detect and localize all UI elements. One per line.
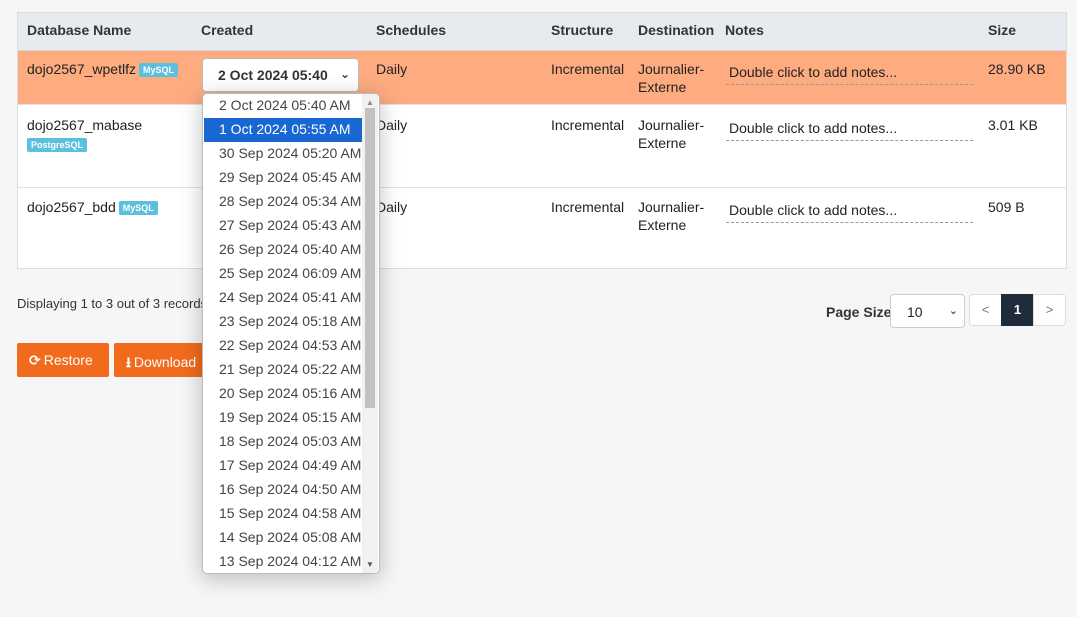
dropdown-option[interactable]: 23 Sep 2024 05:18 AM <box>204 310 363 334</box>
db-name: dojo2567_mabase <box>27 117 143 133</box>
size-cell: 3.01 KB <box>988 117 1038 133</box>
structure-cell: Incremental <box>551 117 625 133</box>
prev-page-button[interactable]: < <box>969 294 1002 326</box>
chevron-down-icon: ⌄ <box>948 305 958 317</box>
table-row[interactable]: dojo2567_wpetlfz MySQL Daily Incremental … <box>18 51 1066 105</box>
db-name-cell: dojo2567_wpetlfz MySQL <box>27 60 178 78</box>
destination-cell: Journalier- Externe <box>638 60 704 96</box>
notes-field[interactable]: Double click to add notes... <box>726 201 973 223</box>
dropdown-option[interactable]: 29 Sep 2024 05:45 AM <box>204 166 363 190</box>
next-page-button[interactable]: > <box>1033 294 1066 326</box>
dropdown-option[interactable]: 28 Sep 2024 05:34 AM <box>204 190 363 214</box>
page-size-value: 10 <box>907 304 923 320</box>
schedule-cell: Daily <box>376 61 408 77</box>
destination-line: Externe <box>638 217 687 233</box>
created-date-select[interactable]: 2 Oct 2024 05:40 ⌄ <box>202 58 359 92</box>
created-date-value: 2 Oct 2024 05:40 <box>218 67 328 83</box>
db-type-badge: MySQL <box>138 63 178 77</box>
db-name: dojo2567_wpetlfz <box>27 61 136 77</box>
header-size[interactable]: Size <box>988 22 1016 38</box>
dropdown-option[interactable]: 1 Oct 2024 05:55 AM <box>204 118 363 142</box>
destination-cell: Journalier- Externe <box>638 198 704 234</box>
destination-line: Externe <box>638 79 687 95</box>
structure-cell: Incremental <box>551 61 625 77</box>
db-name: dojo2567_bdd <box>27 199 116 215</box>
db-type-badge: PostgreSQL <box>27 138 88 152</box>
dropdown-option[interactable]: 15 Sep 2024 04:58 AM <box>204 502 363 526</box>
download-icon: ⭳ <box>126 354 131 370</box>
dropdown-option[interactable]: 16 Sep 2024 04:50 AM <box>204 478 363 502</box>
table-row[interactable]: dojo2567_bdd MySQL Daily Incremental Jour… <box>18 188 1066 269</box>
size-cell: 509 B <box>988 199 1025 215</box>
dropdown-option[interactable]: 24 Sep 2024 05:41 AM <box>204 286 363 310</box>
structure-cell: Incremental <box>551 199 625 215</box>
dropdown-scrollbar[interactable]: ▲ ▼ <box>362 94 378 573</box>
notes-field[interactable]: Double click to add notes... <box>726 119 973 141</box>
download-button[interactable]: ⭳ Download <box>114 343 214 377</box>
download-label: Download <box>133 354 197 370</box>
header-schedules[interactable]: Schedules <box>376 22 446 38</box>
created-date-dropdown[interactable]: 2 Oct 2024 05:40 AM 1 Oct 2024 05:55 AM 30… <box>202 93 380 574</box>
dropdown-option[interactable]: 30 Sep 2024 05:20 AM <box>204 142 363 166</box>
db-name-cell: dojo2567_bdd MySQL <box>27 198 158 216</box>
destination-cell: Journalier- Externe <box>638 116 704 152</box>
table-row[interactable]: dojo2567_mabase PostgreSQL Daily Increme… <box>18 105 1066 188</box>
refresh-icon: ⟳ <box>29 352 41 368</box>
chevron-down-icon: ⌄ <box>339 67 350 81</box>
table-header: Database Name Created Schedules Structur… <box>18 13 1066 51</box>
dropdown-option[interactable]: 26 Sep 2024 05:40 AM <box>204 238 363 262</box>
dropdown-option[interactable]: 19 Sep 2024 05:15 AM <box>204 406 363 430</box>
header-structure[interactable]: Structure <box>551 22 613 38</box>
scroll-down-icon[interactable]: ▼ <box>366 560 374 569</box>
dropdown-option[interactable]: 13 Sep 2024 04:12 AM <box>204 550 363 573</box>
schedule-cell: Daily <box>376 117 408 133</box>
dropdown-option[interactable]: 2 Oct 2024 05:40 AM <box>204 94 363 118</box>
page-size-select[interactable]: 10 ⌄ <box>890 294 965 328</box>
restore-label: Restore <box>43 352 93 368</box>
header-destination[interactable]: Destination <box>638 22 714 38</box>
destination-line: Journalier- <box>638 61 705 77</box>
dropdown-option[interactable]: 20 Sep 2024 05:16 AM <box>204 382 363 406</box>
destination-line: Journalier- <box>638 117 705 133</box>
scroll-thumb[interactable] <box>365 108 375 408</box>
dropdown-option[interactable]: 25 Sep 2024 06:09 AM <box>204 262 363 286</box>
size-cell: 28.90 KB <box>988 61 1046 77</box>
destination-line: Journalier- <box>638 199 705 215</box>
db-name-cell: dojo2567_mabase PostgreSQL <box>27 116 142 153</box>
records-status: Displaying 1 to 3 out of 3 records <box>17 296 208 311</box>
header-database-name[interactable]: Database Name <box>27 22 131 38</box>
pagination: < 1 > <box>969 294 1066 326</box>
dropdown-option[interactable]: 27 Sep 2024 05:43 AM <box>204 214 363 238</box>
page-button-current[interactable]: 1 <box>1001 294 1034 326</box>
destination-line: Externe <box>638 135 687 151</box>
dropdown-option[interactable]: 21 Sep 2024 05:22 AM <box>204 358 363 382</box>
dropdown-option[interactable]: 14 Sep 2024 05:08 AM <box>204 526 363 550</box>
backups-table: Database Name Created Schedules Structur… <box>17 12 1067 269</box>
scroll-up-icon[interactable]: ▲ <box>366 98 374 107</box>
header-created[interactable]: Created <box>201 22 253 38</box>
header-notes[interactable]: Notes <box>725 22 764 38</box>
page-size-label: Page Size <box>826 304 892 320</box>
dropdown-option[interactable]: 17 Sep 2024 04:49 AM <box>204 454 363 478</box>
notes-field[interactable]: Double click to add notes... <box>726 63 973 85</box>
dropdown-option[interactable]: 22 Sep 2024 04:53 AM <box>204 334 363 358</box>
db-type-badge: MySQL <box>118 201 158 215</box>
dropdown-option[interactable]: 18 Sep 2024 05:03 AM <box>204 430 363 454</box>
schedule-cell: Daily <box>376 199 408 215</box>
restore-button[interactable]: ⟳ Restore <box>17 343 109 377</box>
